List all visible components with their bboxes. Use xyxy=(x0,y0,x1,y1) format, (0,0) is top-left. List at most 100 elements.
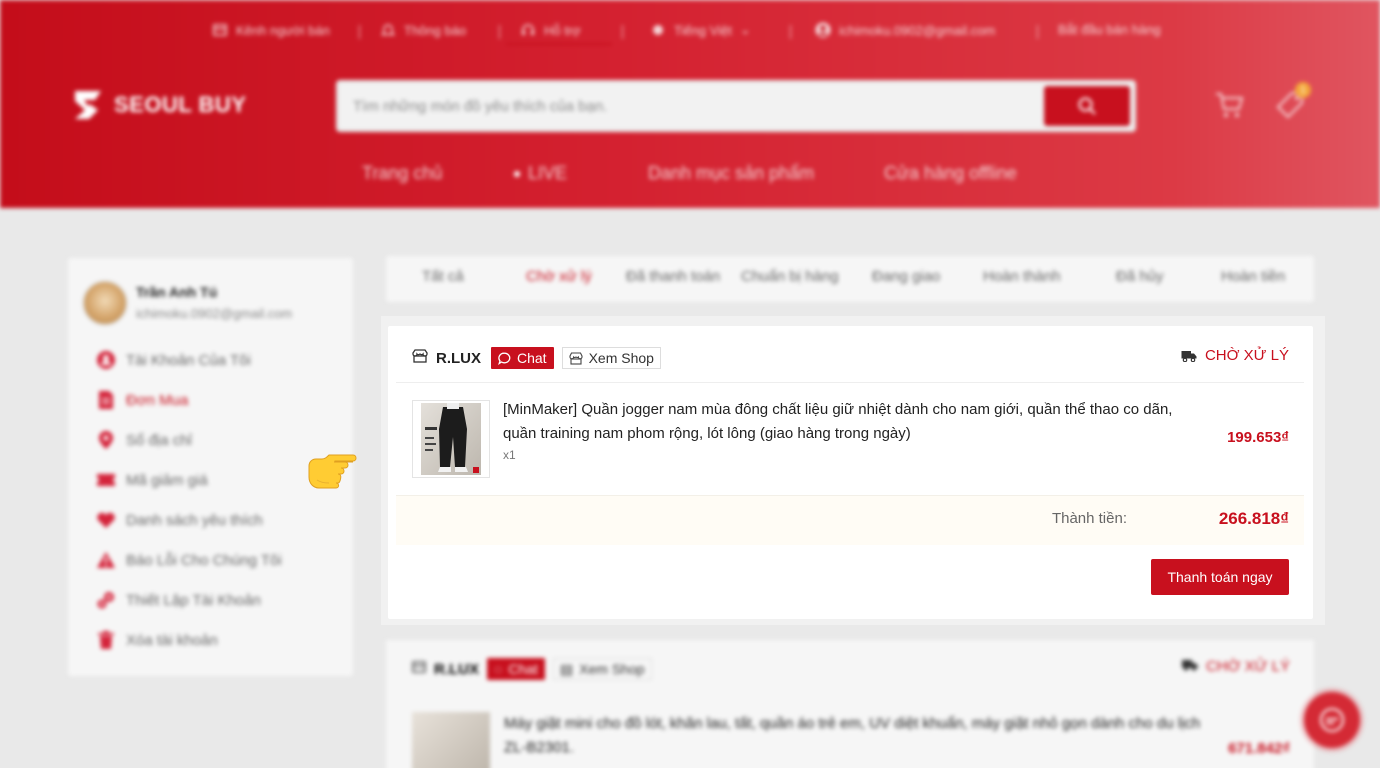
nav-categories[interactable]: Danh mục sản phẩm xyxy=(648,163,814,184)
product-thumbnail[interactable] xyxy=(412,712,490,768)
sidebar-item-vouchers[interactable]: Mã giảm giá xyxy=(96,470,208,490)
chat-icon xyxy=(498,352,511,365)
truck-icon xyxy=(1181,350,1197,362)
store-icon: ▤ xyxy=(559,660,574,677)
site-header: Kênh người bán Thông báo Hỗ trợ Tiếng Vi… xyxy=(0,0,1380,208)
voucher-icon xyxy=(96,470,116,490)
product-quantity: x1 xyxy=(503,448,516,462)
tab-pending[interactable]: Chờ xử lý xyxy=(526,268,592,285)
order-shop-header: R.LUX Chat Xem Shop xyxy=(412,346,661,370)
nav-home-label: Trang chủ xyxy=(362,163,443,183)
divider xyxy=(499,25,500,39)
chat-label: Chat xyxy=(517,350,547,366)
bell-icon xyxy=(380,22,396,38)
store-icon xyxy=(569,351,583,365)
sidebar-item-label: Xóa tài khoản xyxy=(126,631,218,649)
nav-offline-stores-label: Cửa hàng offline xyxy=(884,163,1017,183)
status-label: CHỜ XỬ LÝ xyxy=(1204,347,1289,364)
cart-icon xyxy=(1216,93,1244,117)
seller-channel-label: Kênh người bán xyxy=(236,22,330,38)
sidebar-item-delete-account[interactable]: Xóa tài khoản xyxy=(96,630,218,650)
start-selling-link[interactable]: Bắt đầu bán hàng xyxy=(1058,22,1161,37)
sidebar-item-address-book[interactable]: Sổ địa chỉ xyxy=(96,430,192,450)
truck-icon xyxy=(1181,658,1198,675)
tab-paid[interactable]: Đã thanh toán xyxy=(626,268,720,285)
chat-button[interactable]: Chat xyxy=(491,347,554,369)
top-bar: Kênh người bán Thông báo Hỗ trợ Tiếng Vi… xyxy=(0,22,1380,44)
notifications-link[interactable]: Thông báo xyxy=(380,22,466,38)
shop-name: R.LUX xyxy=(434,660,479,678)
order-total-row xyxy=(396,495,1304,545)
order-status: CHỜ XỬ LÝ xyxy=(1181,658,1290,675)
nav-home[interactable]: Trang chủ xyxy=(362,163,442,184)
search-icon xyxy=(1078,97,1096,115)
site-logo[interactable]: SEOUL BUY xyxy=(72,88,246,122)
chat-bubble-icon xyxy=(1320,708,1344,732)
notification-badge: 1 xyxy=(1295,82,1311,98)
nav-categories-label: Danh mục sản phẩm xyxy=(648,163,815,183)
settings-icon xyxy=(96,590,116,610)
user-name: Trần Anh Tú xyxy=(136,284,218,300)
location-icon xyxy=(96,430,116,450)
support-link[interactable]: Hỗ trợ xyxy=(520,22,581,38)
total-value: 266.818₫ xyxy=(1218,509,1289,528)
sidebar-item-report-bug[interactable]: Báo Lỗi Cho Chúng Tôi xyxy=(96,550,282,570)
product-title[interactable]: [MinMaker] Quần jogger nam mùa đông chất… xyxy=(503,398,1193,446)
chevron-down-icon: ⌄ xyxy=(739,22,751,37)
tab-refund[interactable]: Hoàn tiền xyxy=(1221,268,1285,285)
store-icon xyxy=(412,660,426,678)
view-shop-button[interactable]: ▤ Xem Shop xyxy=(552,658,652,680)
user-icon xyxy=(96,350,116,370)
search-input[interactable] xyxy=(353,95,1033,117)
sidebar-item-my-account[interactable]: Tài Khoản Của Tôi xyxy=(96,350,251,370)
product-title[interactable]: Máy giặt mini cho đồ lót, khăn lau, tất,… xyxy=(504,712,1204,760)
divider xyxy=(359,25,360,39)
nav-live[interactable]: LIVE xyxy=(514,163,567,184)
order-icon xyxy=(96,390,116,410)
chat-icon: ◌ xyxy=(494,661,503,677)
shop-name[interactable]: R.LUX xyxy=(436,350,481,367)
pointing-hand-icon xyxy=(308,454,357,489)
divider xyxy=(790,25,791,39)
divider xyxy=(1037,25,1038,39)
cart-button[interactable] xyxy=(1212,88,1246,122)
view-shop-button[interactable]: Xem Shop xyxy=(561,347,661,369)
tab-completed[interactable]: Hoàn thành xyxy=(983,268,1061,285)
floating-chat-button[interactable] xyxy=(1304,692,1360,748)
chat-button[interactable]: ◌ Chat xyxy=(487,658,545,680)
nav-live-label: LIVE xyxy=(528,163,568,183)
globe-icon xyxy=(650,22,666,38)
tab-all[interactable]: Tất cả xyxy=(422,268,464,285)
tab-preparing[interactable]: Chuẩn bị hàng xyxy=(741,268,839,285)
store-icon xyxy=(212,22,228,38)
support-label: Hỗ trợ xyxy=(544,22,581,38)
language-selector[interactable]: Tiếng Việt ⌄ xyxy=(650,22,751,38)
sidebar-item-orders[interactable]: Đơn Mua xyxy=(96,390,188,410)
pay-now-button[interactable]: Thanh toán ngay xyxy=(1151,559,1289,595)
tab-cancelled[interactable]: Đã hủy xyxy=(1116,268,1164,285)
account-icon xyxy=(815,22,831,38)
heart-icon xyxy=(96,510,116,530)
headset-icon xyxy=(520,22,536,38)
avatar[interactable] xyxy=(82,280,128,326)
sidebar-item-account-settings[interactable]: Thiết Lập Tài Khoản xyxy=(96,590,261,610)
view-shop-label: Xem Shop xyxy=(579,661,645,677)
status-label: CHỜ XỬ LÝ xyxy=(1205,658,1290,675)
product-price: 671.842₫ xyxy=(1228,740,1290,757)
product-thumbnail[interactable] xyxy=(412,400,490,478)
tab-shipping[interactable]: Đang giao xyxy=(872,268,940,285)
sidebar-item-label: Mã giảm giá xyxy=(126,471,208,489)
seller-channel-link[interactable]: Kênh người bán xyxy=(212,22,330,38)
sidebar-item-label: Tài Khoản Của Tôi xyxy=(126,351,251,369)
coupon-button[interactable]: 1 xyxy=(1273,82,1311,122)
warning-icon xyxy=(96,550,116,570)
order-status-tabs: Tất cả Chờ xử lý Đã thanh toán Chuẩn bị … xyxy=(386,256,1314,302)
divider xyxy=(622,25,623,39)
nav-offline-stores[interactable]: Cửa hàng offline xyxy=(884,163,1017,184)
sidebar-item-wishlist[interactable]: Danh sách yêu thích xyxy=(96,510,263,530)
divider xyxy=(396,382,1304,383)
account-menu[interactable]: ichimoku.0902@gmail.com xyxy=(815,22,995,38)
sidebar-item-label: Danh sách yêu thích xyxy=(126,511,263,529)
order-card: R.LUX ◌ Chat ▤ Xem Shop CHỜ XỬ LÝ Máy gi… xyxy=(386,640,1314,768)
search-button[interactable] xyxy=(1044,86,1130,126)
